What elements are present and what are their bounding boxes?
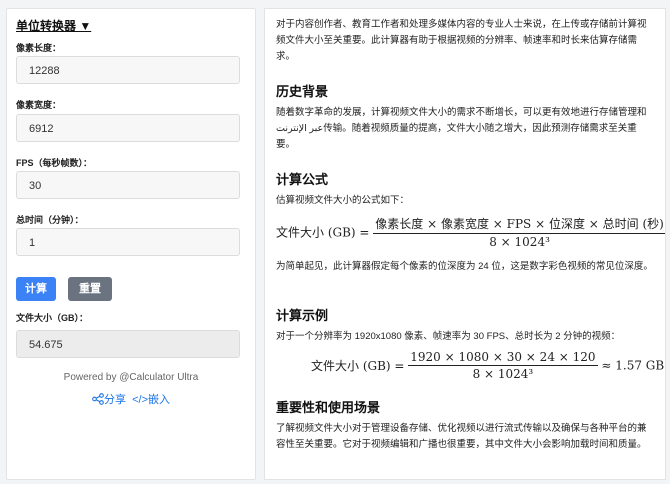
calculator-panel: 单位转换器 ▼ 像素长度： 12288 像素宽度： 6912 FPS（每秒帧数）… [6, 8, 256, 480]
formula-heading: 计算公式 [276, 172, 329, 187]
history-paragraph: 随着数字革命的发展，计算视频文件大小的需求不断增长，可以更有效地进行存储管理和 … [276, 107, 647, 150]
formula-equation: 文件大小 (GB) = 像素长度 × 像素宽度 × FPS × 位深度 × 总时… [276, 215, 665, 249]
pixel-length-label: 像素长度： [16, 43, 62, 53]
unit-converter-toggle[interactable]: 单位转换器 ▼ [16, 17, 91, 34]
example-denominator: 8 × 1024³ [472, 367, 534, 381]
intro-paragraph: 对于内容创作者、教育工作者和处理多媒体内容的专业人士来说，在上传或存储前计算视频… [276, 19, 647, 62]
example-intro: 对于一个分辨率为 1920x1080 像素、帧速率为 30 FPS、总时长为 2… [276, 331, 621, 342]
example-fraction: 1920 × 1080 × 30 × 24 × 120 8 × 1024³ [408, 350, 598, 381]
formula-lhs: 文件大小 (GB) = [276, 225, 370, 240]
file-size-label: 文件大小（GB）： [16, 313, 89, 323]
example-equation: 文件大小 (GB) = 1920 × 1080 × 30 × 24 × 120 … [311, 350, 664, 381]
article-panel: 对于内容创作者、教育工作者和处理多媒体内容的专业人士来说，在上传或存储前计算视频… [264, 8, 666, 480]
fps-input[interactable]: 30 [16, 171, 240, 199]
example-heading: 计算示例 [276, 308, 329, 323]
pixel-width-input[interactable]: 6912 [16, 114, 240, 142]
reset-button[interactable]: 重置 [68, 277, 112, 301]
formula-fraction: 像素长度 × 像素宽度 × FPS × 位深度 × 总时间 (秒) 8 × 10… [373, 215, 665, 249]
share-icon [92, 393, 104, 405]
share-embed-row: 分享 </>嵌入 [7, 391, 255, 407]
importance-heading: 重要性和使用场景 [276, 400, 381, 415]
history-heading: 历史背景 [276, 84, 329, 99]
example-result: ≈ 1.57 GB [601, 358, 665, 373]
file-size-result: 54.675 [16, 330, 240, 358]
pixel-width-label: 像素宽度： [16, 100, 62, 110]
embed-link[interactable]: </>嵌入 [132, 394, 170, 406]
total-time-input[interactable]: 1 [16, 228, 240, 256]
example-numerator: 1920 × 1080 × 30 × 24 × 120 [408, 350, 598, 366]
share-label: 分享 [103, 394, 126, 406]
formula-denominator: 8 × 1024³ [489, 235, 550, 249]
formula-note: 为简单起见，此计算器假定每个像素的位深度为 24 位，这是数字彩色视频的常见位深… [276, 261, 653, 272]
calculate-button[interactable]: 计算 [16, 277, 56, 301]
importance-paragraph: 了解视频文件大小对于管理设备存储、优化视频以进行流式传输以及确保与各种平台的兼容… [276, 423, 647, 450]
example-lhs: 文件大小 (GB) = [311, 359, 405, 373]
total-time-label: 总时间（分钟）： [16, 215, 84, 225]
pixel-length-input[interactable]: 12288 [16, 56, 240, 84]
share-link[interactable]: 分享 [92, 393, 129, 406]
powered-by-text: Powered by @Calculator Ultra [63, 372, 199, 383]
fps-label: FPS（每秒帧数）： [16, 158, 93, 168]
formula-numerator: 像素长度 × 像素宽度 × FPS × 位深度 × 总时间 (秒) [373, 215, 665, 234]
formula-intro: 估算视频文件大小的公式如下： [276, 195, 410, 206]
